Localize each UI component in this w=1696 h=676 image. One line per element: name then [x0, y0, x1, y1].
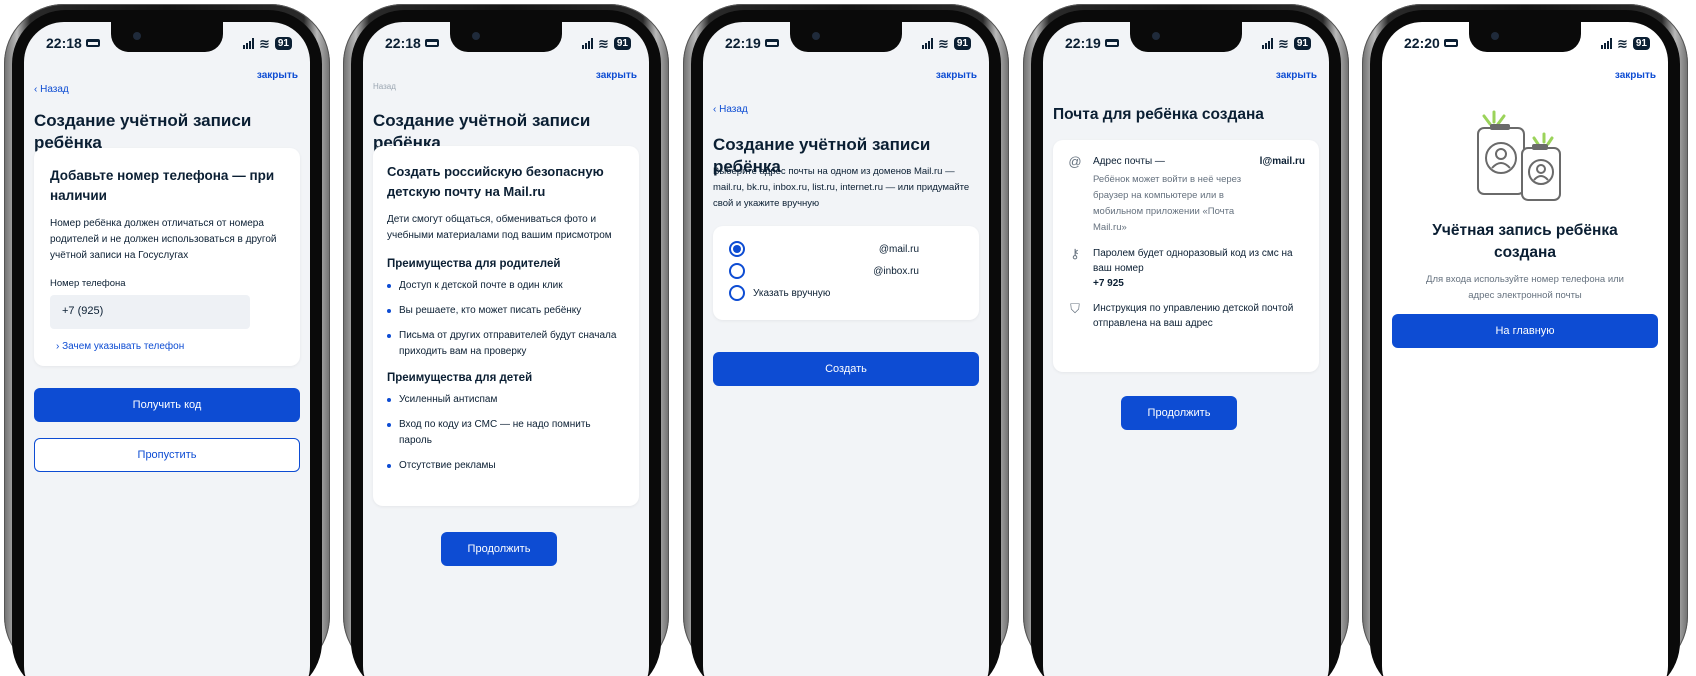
screen-choose-email: 22:19 ≋ 91 закрыть ‹ Назад Создание учёт…: [703, 22, 989, 676]
battery-icon: 91: [613, 36, 631, 50]
skip-button[interactable]: Пропустить: [34, 438, 300, 472]
page-title: Учётная запись ребёнка создана: [1432, 222, 1618, 261]
get-code-button[interactable]: Получить код: [34, 388, 300, 422]
signal-icon: [921, 37, 933, 49]
battery-icon: 91: [1632, 36, 1650, 50]
radio-button[interactable]: [729, 241, 745, 257]
continue-button[interactable]: Продолжить: [441, 532, 557, 566]
status-time: 22:19: [1065, 35, 1101, 51]
status-bar: 22:19 ≋ 91: [1065, 34, 1311, 52]
page-title: Почта для ребёнка создана: [1053, 106, 1264, 123]
close-link[interactable]: закрыть: [257, 70, 298, 81]
phone-frame-2: 22:18 ≋ 91 закрыть Назад Создание учётно…: [343, 4, 669, 676]
bed-icon: [1104, 39, 1119, 47]
id-cards-illustration: [1477, 110, 1561, 201]
bed-icon: [85, 39, 100, 47]
card-heading: Добавьте номер телефона — при наличии: [50, 168, 275, 203]
phone-frame-4: 22:19 ≋ 91 закрыть Почта для ребёнка соз…: [1023, 4, 1349, 676]
list-item: Вход по коду из СМС — не надо помнить па…: [387, 417, 625, 449]
option-inbox-ru[interactable]: @inbox.ru: [729, 260, 963, 282]
list-item: Отсутствие рекламы: [387, 458, 625, 474]
status-bar: 22:20 ≋ 91: [1404, 34, 1650, 52]
shield-icon: ⛉: [1070, 301, 1080, 316]
status-time: 22:18: [46, 35, 82, 51]
bed-icon: [764, 39, 779, 47]
wifi-icon: ≋: [1616, 35, 1628, 51]
home-button[interactable]: На главную: [1392, 314, 1658, 348]
back-link[interactable]: ‹ Назад: [713, 104, 748, 115]
close-link[interactable]: закрыть: [936, 70, 977, 81]
wifi-icon: ≋: [258, 35, 270, 51]
screen-mail-offer: 22:18 ≋ 91 закрыть Назад Создание учётно…: [363, 22, 649, 676]
phone-frame-1: 22:18 ≋ 91 закрыть ‹ Назад Создание учёт…: [4, 4, 330, 676]
close-link[interactable]: закрыть: [1615, 70, 1656, 81]
status-bar: 22:18 ≋ 91: [385, 34, 631, 52]
phone-input[interactable]: +7 (925): [50, 295, 250, 329]
status-time: 22:18: [385, 35, 421, 51]
list-item: Вы решаете, кто может писать ребёнку: [387, 303, 625, 319]
instruction-row: ⛉ Инструкция по управлению детской почто…: [1067, 301, 1305, 331]
battery-icon: 91: [274, 36, 292, 50]
screen-account-created: 22:20 ≋ 91 закрыть Учётная запись ребёнк…: [1382, 22, 1668, 676]
wifi-icon: ≋: [937, 35, 949, 51]
email-label: Адрес почты —: [1093, 156, 1165, 167]
screen-email-created: 22:19 ≋ 91 закрыть Почта для ребёнка соз…: [1043, 22, 1329, 676]
radio-button[interactable]: [729, 263, 745, 279]
email-info-card: @ Адрес почты — l@mail.ru Ребёнок может …: [1053, 140, 1319, 372]
back-link[interactable]: ‹ Назад: [34, 84, 69, 95]
phone-frame-5: 22:20 ≋ 91 закрыть Учётная запись ребёнк…: [1362, 4, 1688, 676]
close-link[interactable]: закрыть: [1276, 70, 1317, 81]
wifi-icon: ≋: [597, 35, 609, 51]
battery-icon: 91: [953, 36, 971, 50]
instruction-text: Инструкция по управлению детской почтой …: [1093, 303, 1294, 329]
radio-button[interactable]: [729, 285, 745, 301]
email-value: l@mail.ru: [1259, 156, 1305, 167]
kids-heading: Преимущества для детей: [387, 372, 533, 384]
create-button[interactable]: Создать: [713, 352, 979, 386]
close-link[interactable]: закрыть: [596, 70, 637, 81]
key-icon: ⚷: [1070, 246, 1080, 261]
email-note: Ребёнок может войти в неё через браузер …: [1093, 174, 1242, 233]
password-row: ⚷ Паролем будет одноразовый код из смс н…: [1067, 246, 1305, 291]
password-text: Паролем будет одноразовый код из смс на …: [1093, 248, 1293, 274]
card-text: Дети смогут общаться, обмениваться фото …: [387, 214, 612, 241]
option-mail-ru[interactable]: @mail.ru: [729, 238, 963, 260]
phone-card: Добавьте номер телефона — при наличии Но…: [34, 148, 300, 366]
list-item: Письма от других отправителей будут снач…: [387, 328, 625, 360]
signal-icon: [1261, 37, 1273, 49]
password-number: +7 925: [1093, 278, 1124, 289]
status-time: 22:20: [1404, 35, 1440, 51]
phone-label: Номер телефона: [50, 278, 126, 289]
mail-offer-card: Создать российскую безопасную детскую по…: [373, 146, 639, 506]
list-item: Усиленный антиспам: [387, 392, 625, 408]
email-options-card: @mail.ru @inbox.ru Указать вручную: [713, 226, 979, 320]
signal-icon: [1600, 37, 1612, 49]
option-manual[interactable]: Указать вручную: [729, 282, 963, 304]
email-row: @ Адрес почты — l@mail.ru Ребёнок может …: [1067, 154, 1305, 236]
at-icon: @: [1068, 154, 1082, 169]
parents-heading: Преимущества для родителей: [387, 258, 561, 270]
status-bar: 22:19 ≋ 91: [725, 34, 971, 52]
status-time: 22:19: [725, 35, 761, 51]
continue-button[interactable]: Продолжить: [1121, 396, 1237, 430]
wifi-icon: ≋: [1277, 35, 1289, 51]
back-link[interactable]: Назад: [373, 82, 396, 91]
why-phone-link[interactable]: › Зачем указывать телефон: [50, 341, 284, 352]
subtitle-text: Для входа используйте номер телефона или…: [1426, 274, 1624, 301]
battery-icon: 91: [1293, 36, 1311, 50]
phone-frame-3: 22:19 ≋ 91 закрыть ‹ Назад Создание учёт…: [683, 4, 1009, 676]
status-bar: 22:18 ≋ 91: [46, 34, 292, 52]
bed-icon: [424, 39, 439, 47]
signal-icon: [242, 37, 254, 49]
list-item: Доступ к детской почте в один клик: [387, 278, 625, 294]
bed-icon: [1443, 39, 1458, 47]
screen-add-phone: 22:18 ≋ 91 закрыть ‹ Назад Создание учёт…: [24, 22, 310, 676]
signal-icon: [581, 37, 593, 49]
card-heading: Создать российскую безопасную детскую по…: [387, 164, 604, 199]
description-text: Выберите адрес почты на одном из доменов…: [713, 166, 970, 209]
card-text: Номер ребёнка должен отличаться от номер…: [50, 218, 277, 261]
